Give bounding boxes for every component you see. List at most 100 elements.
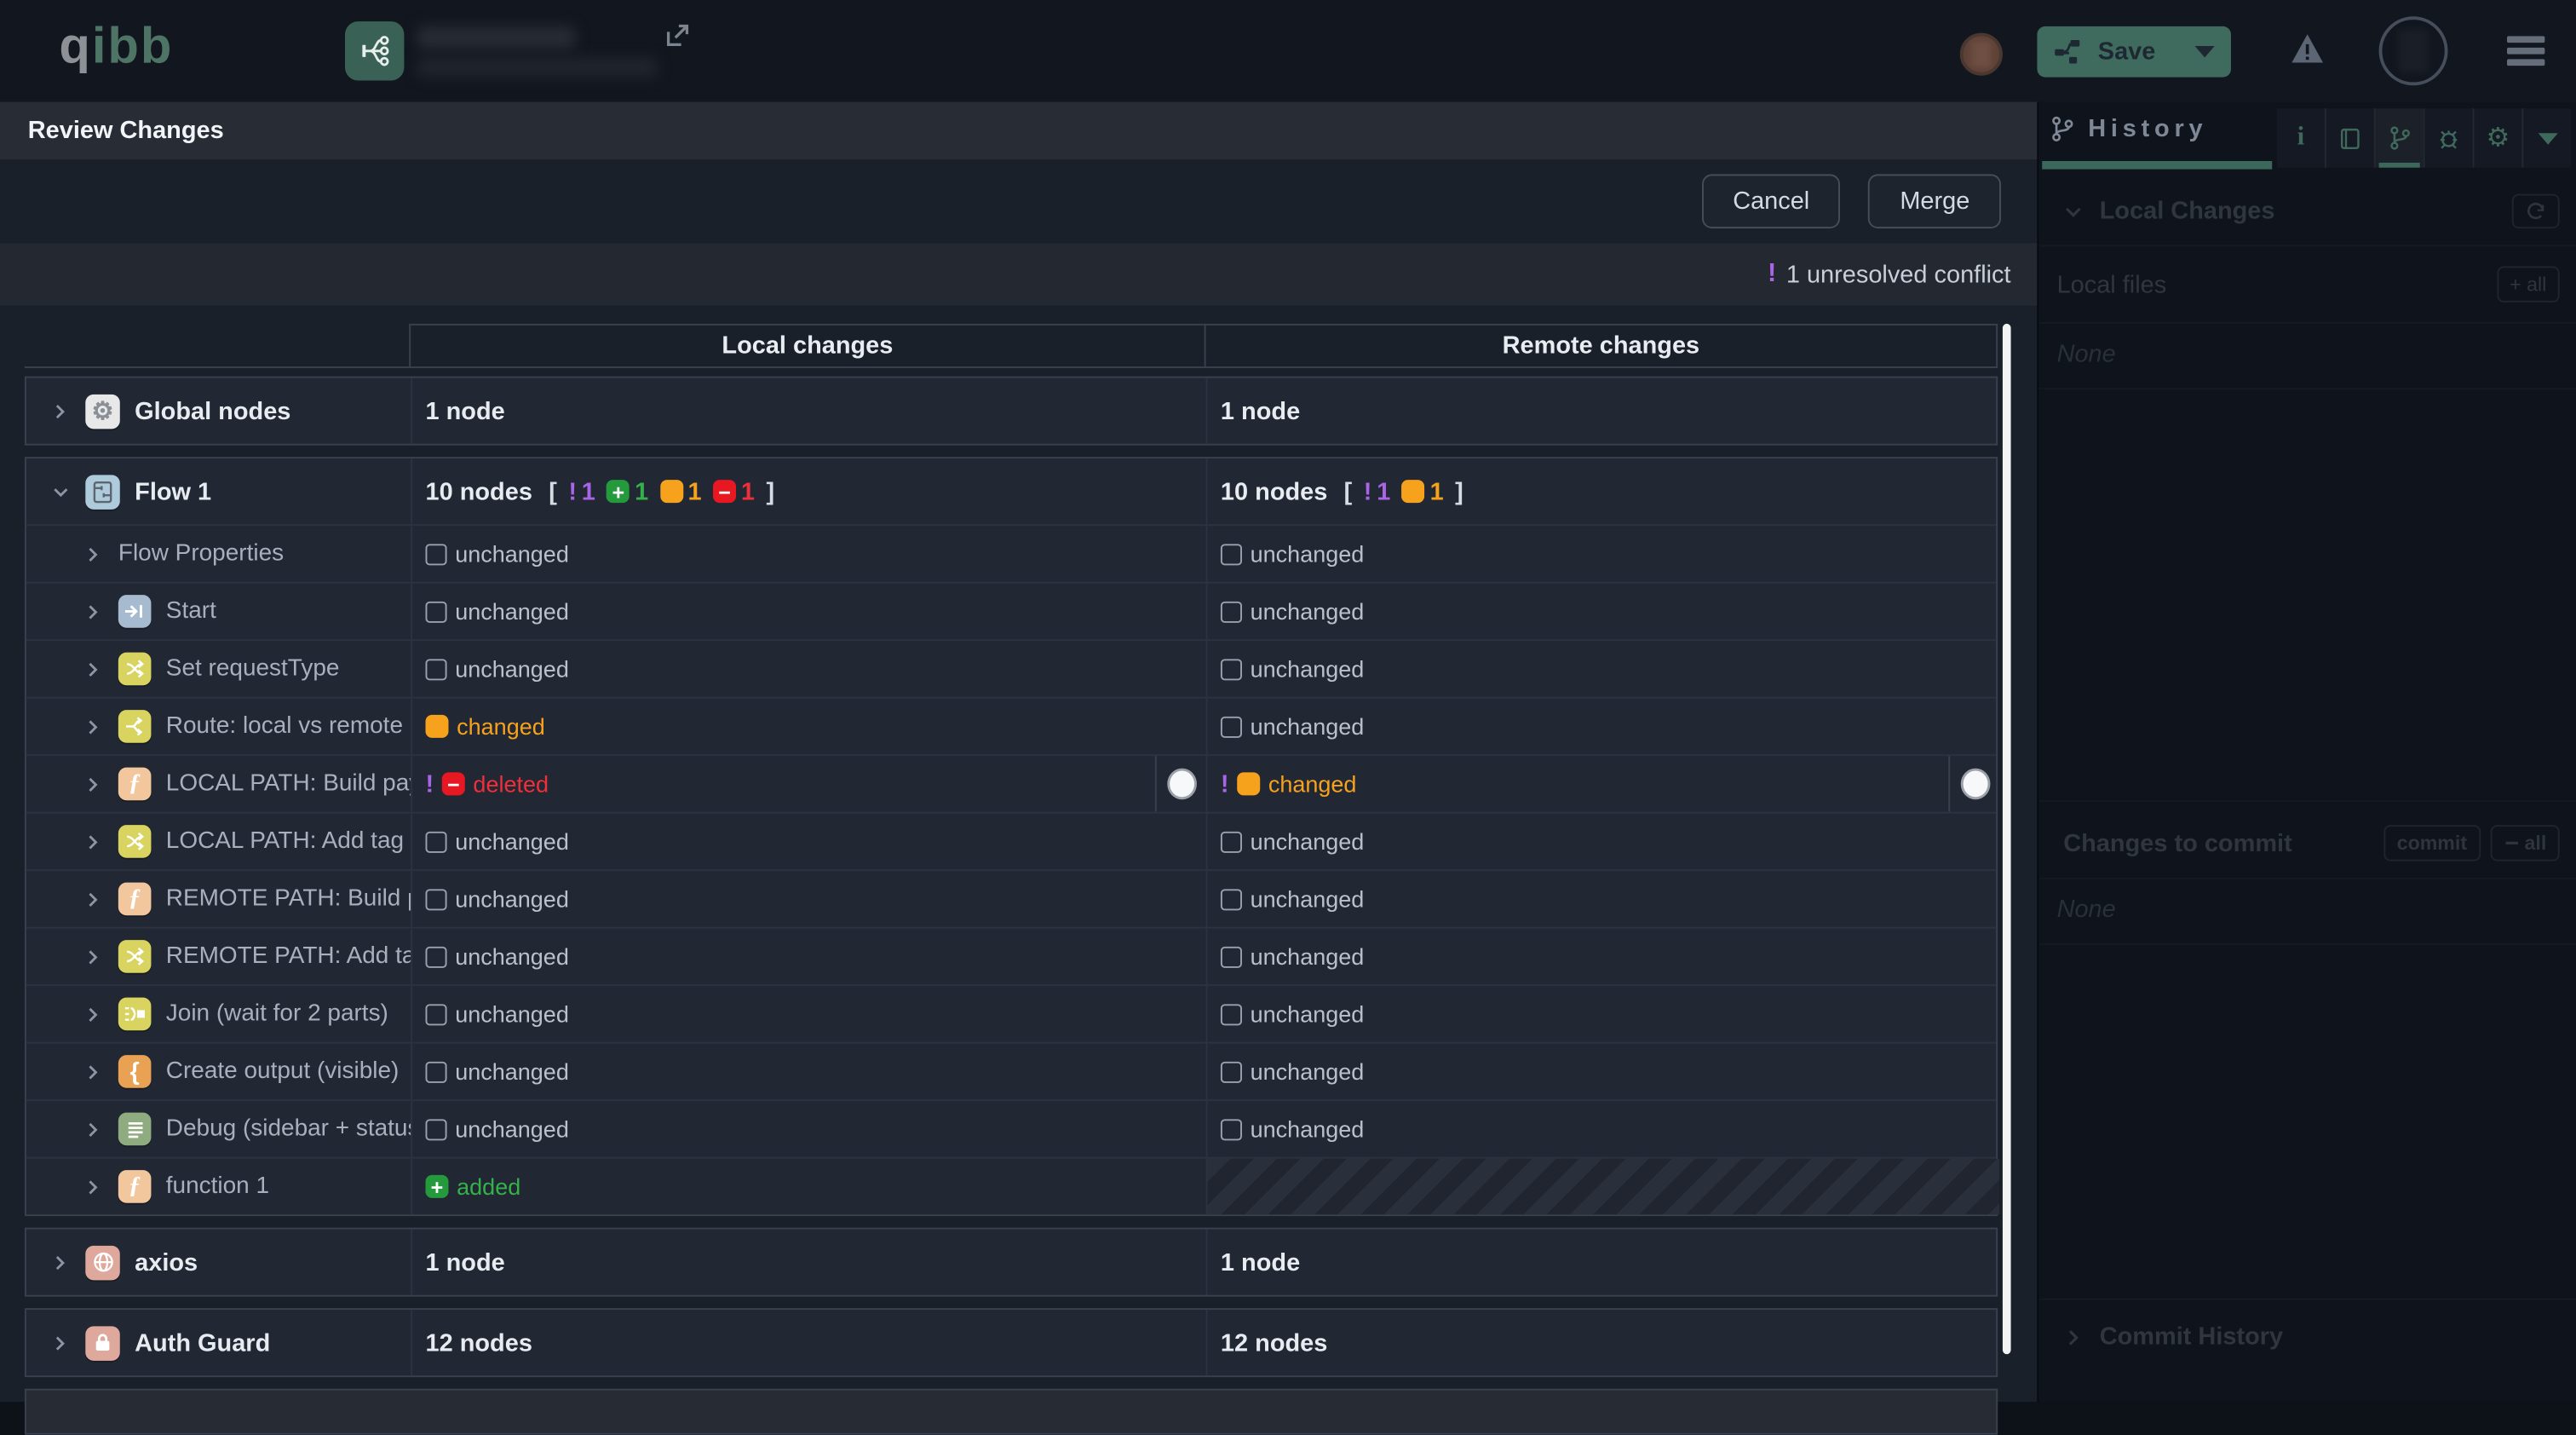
local-status-cell: unchanged [411,584,1205,640]
sidebar-tab-debug[interactable] [2424,108,2473,167]
node-label: Set requestType [166,655,340,682]
node-row[interactable]: Join (wait for 2 parts)unchangedunchange… [26,984,1996,1041]
unchanged-checkbox-icon [425,543,446,564]
node-row[interactable]: Set requestTypeunchangedunchanged [26,639,1996,696]
unchanged-checkbox-icon [1221,658,1242,679]
status-label: unchanged [1251,1058,1365,1085]
commit-history-section[interactable]: Commit History [2038,1299,2576,1351]
save-label: Save [2098,37,2156,66]
qibb-logo[interactable]: qibb [59,16,173,75]
save-dropdown-caret-icon[interactable] [2195,46,2215,57]
remove-all-button[interactable]: all [2490,825,2560,861]
node-label: Join (wait for 2 parts) [166,1000,388,1027]
unchanged-checkbox-icon [425,888,446,909]
node-count: 12 nodes [1221,1328,1327,1357]
local-files-row: Local files + all [2038,245,2576,324]
group-row[interactable]: Auth Guard12 nodes12 nodes [26,1310,1996,1375]
table-scrollbar[interactable] [2003,324,2011,1354]
deleted-icon: − [442,772,465,795]
remove-all-label: all [2525,832,2547,855]
diff-group-global-nodes: ⚙Global nodes1 node1 node [25,377,1998,446]
local-status-cell: +added [411,1159,1205,1215]
chevron-right-icon[interactable] [83,1003,103,1024]
remote-status-cell: unchanged [1206,584,1999,640]
node-row[interactable]: ƒREMOTE PATH: Build payloadunchangedunch… [26,869,1996,926]
status-label: unchanged [1251,1115,1365,1142]
chevron-right-icon[interactable] [51,1332,71,1353]
flow-node-icon [85,474,119,508]
chevron-right-icon[interactable] [51,401,71,422]
commit-button[interactable]: commit [2383,825,2480,861]
save-button[interactable]: Save [2037,26,2231,78]
workspace-avatar[interactable] [1960,33,2003,76]
node-row[interactable]: REMOTE PATH: Add tagunchangedunchanged [26,927,1996,985]
node-row[interactable]: {Create output (visible)unchangedunchang… [26,1042,1996,1100]
changed-badge: 1 [1402,477,1444,505]
chevron-right-icon[interactable] [83,831,103,852]
add-all-button[interactable]: + all [2497,266,2560,302]
node-row[interactable]: Route: local vs remotechangedunchanged [26,697,1996,754]
conflict-icon: ! [425,770,434,798]
warning-icon[interactable] [2290,33,2325,65]
node-row[interactable]: Flow Propertiesunchangedunchanged [26,524,1996,581]
chevron-right-icon[interactable] [83,658,103,679]
page-title: Review Changes [28,117,224,145]
sidebar-tab-more[interactable] [2521,108,2571,167]
cancel-button[interactable]: Cancel [1702,174,1841,228]
sidebar-tab-history[interactable] [2374,108,2424,167]
unchanged-checkbox-icon [425,601,446,622]
chevron-right-icon[interactable] [83,1118,103,1139]
external-link-icon[interactable] [664,21,692,49]
conflict-radio[interactable] [1169,770,1193,797]
node-row[interactable]: ƒLOCAL PATH: Build payload!−deleted!chan… [26,754,1996,812]
chevron-right-icon[interactable] [51,1252,71,1273]
group-row[interactable]: Flow 110 nodes[!1+11−1]10 nodes[!11] [26,458,1996,524]
changes-to-commit-header: Changes to commit commit all [2038,800,2576,878]
node-count: 1 node [425,397,504,425]
chevron-right-icon[interactable] [83,773,103,794]
node-row[interactable]: Startunchangedunchanged [26,582,1996,639]
status-label: unchanged [455,598,569,625]
chevron-down-icon[interactable] [2063,201,2083,221]
remote-status-cell: unchanged [1206,1044,1999,1100]
conflict-radio[interactable] [1963,770,1987,797]
menu-icon[interactable] [2507,36,2544,70]
status-label: unchanged [455,1000,569,1027]
sidebar-tab-settings[interactable]: ⚙ [2472,108,2521,167]
node-label: REMOTE PATH: Add tag [166,943,411,970]
flow-app-button[interactable] [345,21,404,80]
chevron-right-icon[interactable] [2063,1327,2083,1346]
group-label: Global nodes [135,397,290,425]
chevron-right-icon[interactable] [83,1061,103,1082]
merge-button[interactable]: Merge [1869,174,2001,228]
chevron-right-icon[interactable] [83,888,103,909]
commit-history-title: Commit History [2100,1323,2283,1351]
chevron-right-icon[interactable] [83,716,103,737]
group-row[interactable]: axios1 node1 node [26,1230,1996,1295]
node-row[interactable]: LOCAL PATH: Add tagunchangedunchanged [26,812,1996,869]
refresh-button[interactable] [2512,194,2560,228]
conflict-bar: ! 1 unresolved conflict [0,243,2037,305]
sidebar-tab-info[interactable]: i [2277,108,2325,167]
node-row[interactable]: ƒfunction 1+added [26,1157,1996,1215]
diff-group-flow-1: Flow 110 nodes[!1+11−1]10 nodes[!11]Flow… [25,457,1998,1216]
chevron-right-icon[interactable] [83,1176,103,1197]
node-row[interactable]: Debug (sidebar + status)unchangedunchang… [26,1099,1996,1156]
chevron-right-icon[interactable] [83,946,103,967]
chevron-down-icon[interactable] [51,482,71,500]
group-label: Flow 1 [135,477,211,505]
chevron-right-icon[interactable] [83,543,103,564]
added-badge: +1 [607,477,648,505]
diff-table: Local changes Remote changes ⚙Global nod… [25,324,1998,1435]
group-row[interactable]: ⚙Global nodes1 node1 node [26,378,1996,444]
app-title-redacted [417,26,575,49]
chevron-right-icon[interactable] [83,601,103,622]
conflict-badge: !1 [1364,477,1391,505]
node-label: REMOTE PATH: Build payload [166,885,411,912]
join-node-icon [118,998,152,1031]
user-avatar[interactable] [2379,16,2448,85]
sidebar-tab-library[interactable] [2325,108,2374,167]
status-label: unchanged [1251,885,1365,912]
local-changes-section-header[interactable]: Local Changes [2038,171,2576,245]
local-status-cell: unchanged [411,814,1205,870]
